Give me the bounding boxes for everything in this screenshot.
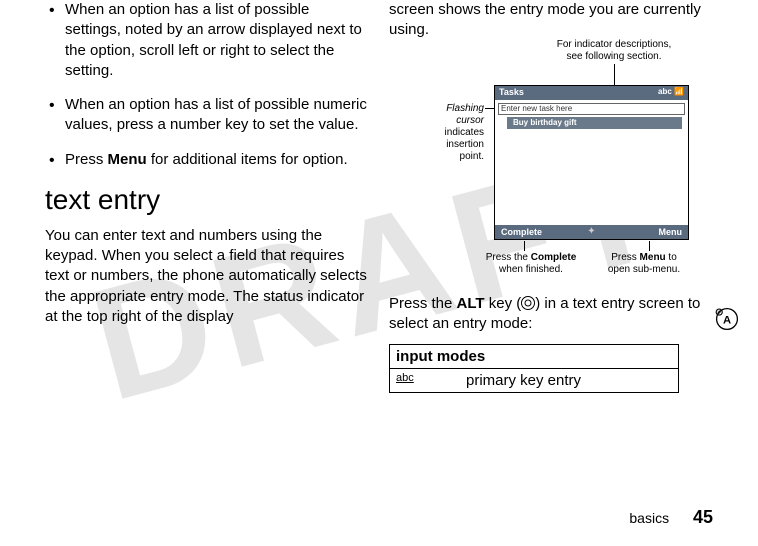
callout-line: see following section. <box>566 51 661 62</box>
body-paragraph-cont: screen shows the entry mode you are curr… <box>389 0 713 41</box>
callout-line: to <box>666 252 677 263</box>
screen-title: Tasks <box>499 87 524 97</box>
screen-indicator: abc 📶 <box>658 87 684 96</box>
callout-line: indicates <box>445 127 484 138</box>
task-label: Buy birthday gift <box>513 118 577 127</box>
bullet-item: When an option has a list of possible se… <box>45 0 369 81</box>
callout-complete: Press the Complete when finished. <box>481 252 581 276</box>
callout-line-connector <box>524 241 525 251</box>
entry-placeholder: Enter new task here <box>501 104 572 113</box>
callout-line: Press <box>611 252 639 263</box>
softkey-right: Menu <box>597 225 689 239</box>
callout-line: Flashing <box>446 103 484 114</box>
table-header: input modes <box>390 345 678 369</box>
section-heading: text entry <box>45 184 369 216</box>
page-content: When an option has a list of possible se… <box>0 0 758 393</box>
softkey-left: Complete <box>495 225 587 239</box>
callout-menu: Press Menu to open sub-menu. <box>594 252 694 276</box>
input-modes-table: input modes abc primary key entry <box>389 344 679 393</box>
body-paragraph: You can enter text and numbers using the… <box>45 226 369 327</box>
screen-text-entry: Enter new task here <box>498 103 685 115</box>
callout-line: Press the <box>486 252 531 263</box>
screen-titlebar: Tasks abc 📶 <box>495 86 688 100</box>
screen-task-row: Buy birthday gift <box>507 117 682 129</box>
bullet-text: for additional items for option. <box>147 151 348 168</box>
callout-line: point. <box>460 151 484 162</box>
phone-screen: Tasks abc 📶 Enter new task here Buy birt… <box>494 85 689 240</box>
bullet-item: Press Menu for additional items for opti… <box>45 150 369 170</box>
table-row: abc primary key entry <box>390 369 678 392</box>
callout-line-connector <box>649 241 650 251</box>
text-segment: key ( <box>485 295 522 312</box>
bullet-item: When an option has a list of possible nu… <box>45 95 369 136</box>
page-number: 45 <box>693 507 713 527</box>
page-footer: basics 45 <box>629 507 713 528</box>
bullet-text: When an option has a list of possible se… <box>65 1 362 79</box>
callout-line: open sub-menu. <box>608 264 680 275</box>
callout-bold: Complete <box>531 252 577 263</box>
table-cell-desc: primary key entry <box>466 372 672 389</box>
bullet-list: When an option has a list of possible se… <box>45 0 369 170</box>
alt-label-bold: ALT <box>457 295 485 312</box>
table-cell-mode: abc <box>396 372 466 389</box>
softkey-separator: ✦ <box>587 225 597 239</box>
screen-softkeys: Complete ✦ Menu <box>495 225 688 239</box>
alt-key-icon <box>521 296 535 310</box>
bullet-text: Press <box>65 151 108 168</box>
callout-line: For indicator descriptions, <box>557 39 672 50</box>
text-segment: Press the <box>389 295 457 312</box>
callout-line: cursor <box>456 115 484 126</box>
left-column: When an option has a list of possible se… <box>45 0 369 393</box>
callout-bold: Menu <box>640 252 666 263</box>
right-column: screen shows the entry mode you are curr… <box>389 0 713 393</box>
menu-label-bold: Menu <box>108 151 147 168</box>
callout-indicator: For indicator descriptions, see followin… <box>519 39 709 63</box>
callout-line: when finished. <box>499 264 563 275</box>
alt-key-paragraph: Press the ALT key () in a text entry scr… <box>389 294 713 335</box>
callout-line: insertion <box>446 139 484 150</box>
callout-cursor: Flashing cursor indicates insertion poin… <box>389 103 484 163</box>
phone-figure: For indicator descriptions, see followin… <box>389 55 699 280</box>
footer-section: basics <box>629 510 669 526</box>
bullet-text: When an option has a list of possible nu… <box>65 96 367 133</box>
